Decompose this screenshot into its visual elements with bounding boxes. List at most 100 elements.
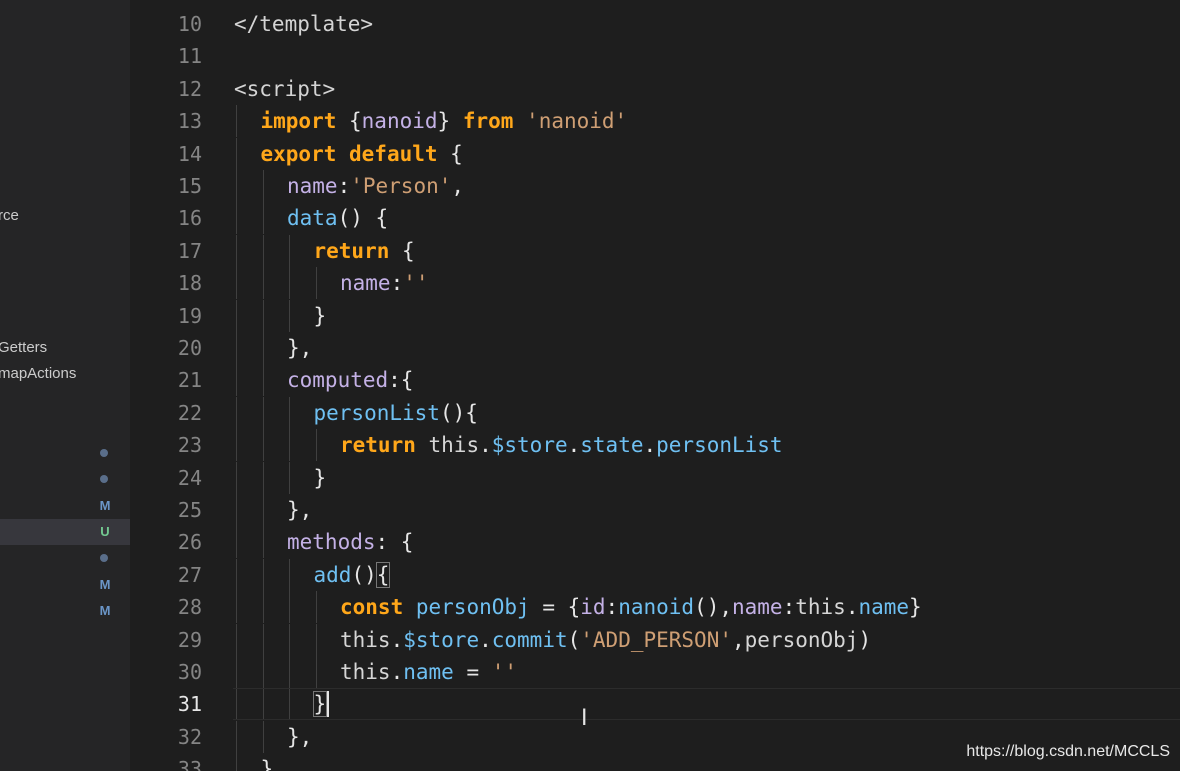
indent-guide	[262, 591, 264, 624]
git-modified-badge: M	[99, 577, 111, 592]
line-number: 28	[177, 595, 202, 620]
code-line[interactable]: 11	[130, 40, 1180, 72]
line-number: 19	[177, 303, 202, 328]
indent-guide	[236, 234, 237, 267]
indent-guide	[262, 461, 264, 494]
code-text: export default {	[260, 141, 463, 166]
code-text: data() {	[287, 206, 389, 231]
line-number: 23	[177, 433, 202, 458]
code-line[interactable]: 20},	[130, 332, 1180, 364]
indent-guide	[236, 396, 237, 429]
indent-guide	[289, 299, 290, 332]
git-untracked-badge: U	[100, 524, 110, 539]
code-text: add(){	[313, 561, 391, 588]
indent-guide	[289, 461, 290, 494]
line-number: 11	[177, 44, 202, 69]
text-caret	[326, 691, 329, 718]
line-number: 20	[177, 336, 202, 360]
indent-guide	[289, 623, 290, 656]
indent-guide	[262, 494, 264, 526]
code-line[interactable]: 31}	[130, 688, 1180, 721]
indent-guide	[315, 267, 317, 300]
line-number: 24	[177, 465, 202, 490]
code-line[interactable]: 29 this.$store.commit('ADD_PERSON',person…	[130, 623, 1180, 656]
code-text: this.name = ''	[340, 660, 518, 684]
indent-guide	[289, 396, 290, 429]
indent-guide	[289, 688, 290, 721]
git-status-dot	[100, 449, 108, 457]
code-line[interactable]: 21 computed:{	[130, 364, 1180, 397]
code-text: }	[260, 757, 274, 771]
code-line[interactable]: 22 personList(){	[130, 396, 1180, 429]
indent-guide	[236, 170, 237, 202]
indent-guide	[236, 720, 237, 753]
indent-guide	[236, 364, 237, 397]
line-number: 31	[177, 692, 202, 717]
indent-guide	[262, 656, 264, 688]
code-text: name:'Person',	[287, 174, 465, 198]
indent-guide	[236, 299, 237, 332]
indent-guide	[262, 623, 264, 656]
code-text: const personObj = {id:nanoid(),name:this…	[340, 595, 922, 620]
code-line[interactable]: 13 import {nanoid} from 'nanoid'	[130, 105, 1180, 138]
line-number: 26	[177, 530, 202, 555]
code-text: name:''	[340, 271, 429, 296]
code-line[interactable]: 12 <script>	[130, 73, 1180, 105]
code-line[interactable]: 18 name:''	[130, 267, 1180, 300]
indent-guide	[262, 429, 264, 462]
code-text: </template>	[234, 12, 374, 36]
code-line[interactable]: 10 </template>	[130, 8, 1180, 40]
code-line[interactable]: 23 return this.$store.state.personList	[130, 429, 1180, 462]
indent-guide	[262, 688, 264, 721]
code-text: },	[287, 498, 313, 522]
code-line[interactable]: 24}	[130, 461, 1180, 494]
code-line[interactable]: 17 return {	[130, 234, 1180, 267]
indent-guide	[262, 558, 264, 591]
line-number: 17	[177, 238, 202, 263]
code-line[interactable]: 26 methods: {	[130, 526, 1180, 559]
line-number: 16	[177, 206, 202, 231]
line-number: 27	[177, 562, 202, 587]
indent-guide	[315, 623, 317, 656]
indent-guide	[262, 202, 264, 235]
indent-guide	[262, 170, 264, 202]
git-modified-badge: M	[99, 603, 111, 618]
indent-guide	[315, 591, 317, 624]
code-line[interactable]: 30 this.name = ''	[130, 656, 1180, 688]
code-line[interactable]: 14 export default {	[130, 137, 1180, 170]
code-text: }	[313, 465, 327, 490]
line-number: 29	[177, 627, 202, 652]
indent-guide	[289, 558, 290, 591]
indent-guide	[262, 332, 264, 364]
code-line[interactable]: 16 data() {	[130, 202, 1180, 235]
indent-guide	[236, 105, 237, 138]
line-number: 18	[177, 271, 202, 296]
line-number: 22	[177, 400, 202, 425]
code-line[interactable]: 15 name:'Person',	[130, 170, 1180, 202]
indent-guide	[289, 656, 290, 688]
indent-guide	[236, 429, 237, 462]
indent-guide	[262, 299, 264, 332]
indent-guide	[262, 234, 264, 267]
explorer-item-label[interactable]: mapActions	[0, 365, 76, 382]
git-status-dot	[100, 554, 108, 562]
line-number: 12	[177, 76, 202, 101]
code-line[interactable]: 27 add(){	[130, 558, 1180, 591]
code-editor[interactable]: 10 </template> 11 12 <script> 13 import {nanoi…	[130, 0, 1180, 771]
indent-guide	[289, 429, 290, 462]
indent-guide	[289, 267, 290, 300]
line-number: 15	[177, 174, 202, 198]
code-line[interactable]: 19}	[130, 299, 1180, 332]
code-line[interactable]: 28 const personObj = {id:nanoid(),name:th…	[130, 591, 1180, 624]
indent-guide	[236, 656, 237, 688]
explorer-item-label[interactable]: Getters	[0, 339, 47, 356]
indent-guide	[236, 526, 237, 559]
line-number: 21	[177, 368, 202, 393]
git-status-dot	[100, 475, 108, 483]
line-number: 10	[177, 12, 202, 36]
explorer-item-label[interactable]: rce	[0, 207, 19, 224]
code-line[interactable]: 25},	[130, 494, 1180, 526]
line-number: 32	[177, 724, 202, 749]
indent-guide	[236, 591, 237, 624]
indent-guide	[289, 234, 290, 267]
